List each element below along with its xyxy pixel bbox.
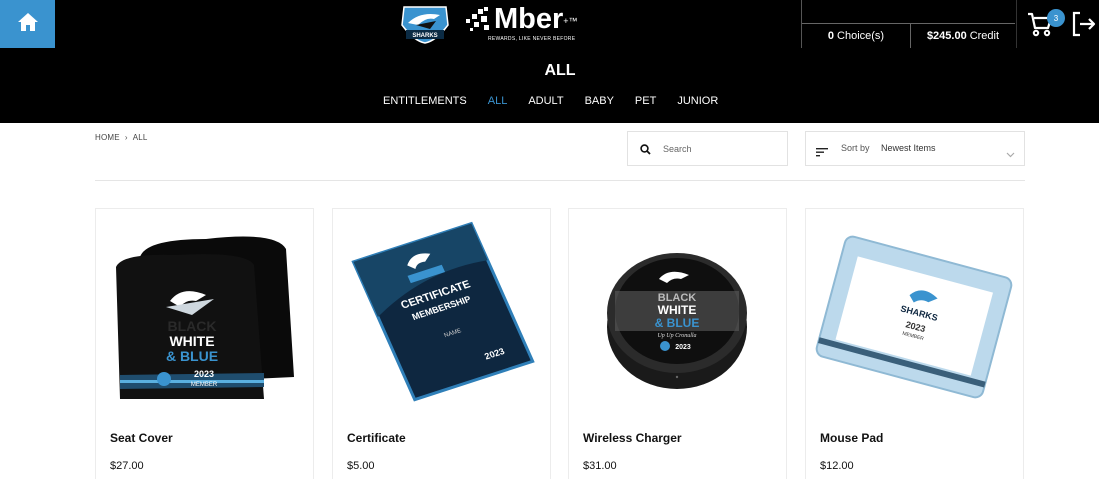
choices-counter[interactable]: 0 Choice(s) (802, 24, 910, 48)
sort-selected-value: Newest Items (881, 143, 936, 153)
svg-text:WHITE: WHITE (658, 303, 697, 317)
sort-icon (816, 144, 828, 162)
svg-text:MEMBER: MEMBER (191, 382, 218, 388)
product-price: $27.00 (110, 460, 144, 472)
logout-button[interactable] (1072, 11, 1099, 39)
svg-text:2023: 2023 (675, 344, 691, 351)
tab-junior[interactable]: JUNIOR (677, 95, 718, 109)
home-button[interactable] (0, 0, 55, 48)
product-card-seat-cover[interactable]: BLACK WHITE & BLUE 2023 MEMBER Seat Cove… (95, 208, 314, 479)
search-box (627, 131, 788, 166)
category-bar: ALL ENTITLEMENTS ALL ADULT BABY PET JUNI… (0, 48, 1099, 123)
product-name[interactable]: Wireless Charger (583, 431, 682, 445)
breadcrumb: HOME › ALL (95, 133, 148, 142)
breadcrumb-separator: › (124, 133, 128, 142)
mouse-pad-image: SHARKS 2023 MEMBER (806, 209, 1023, 419)
divider (95, 180, 1025, 181)
mber-sparkle-icon (462, 5, 492, 35)
brand-logo[interactable]: SHARKS Mber+™ REWARDS, LIKE NEVER BEFORE (396, 3, 596, 45)
breadcrumb-home-link[interactable]: HOME (95, 133, 120, 142)
product-card-wireless-charger[interactable]: BLACK WHITE & BLUE Up Up Cronulla 2023 W… (568, 208, 787, 479)
svg-text:& BLUE: & BLUE (166, 348, 218, 364)
svg-text:2023: 2023 (194, 369, 214, 379)
product-name[interactable]: Mouse Pad (820, 431, 883, 445)
svg-text:& BLUE: & BLUE (655, 316, 700, 330)
product-price: $12.00 (820, 460, 854, 472)
top-bar: SHARKS Mber+™ REWARDS, LIKE NEVER BEFORE… (0, 0, 1099, 48)
product-card-certificate[interactable]: CERTIFICATE MEMBERSHIP NAME 2023 Certifi… (332, 208, 551, 479)
tab-entitlements[interactable]: ENTITLEMENTS (383, 95, 467, 109)
cart-button[interactable]: 3 (1016, 0, 1068, 48)
credit-panel: 0 Choice(s) $245.00 Credit (801, 0, 1015, 48)
tab-baby[interactable]: BABY (585, 95, 614, 109)
breadcrumb-current: ALL (132, 133, 148, 142)
logout-icon (1072, 11, 1096, 41)
brand-name: Mber+™ (494, 3, 578, 35)
seat-cover-image: BLACK WHITE & BLUE 2023 MEMBER (96, 209, 313, 419)
sharks-logo-text: SHARKS (412, 33, 437, 39)
wireless-charger-image: BLACK WHITE & BLUE Up Up Cronulla 2023 (569, 209, 786, 419)
category-title: ALL (544, 62, 576, 79)
credit-balance[interactable]: $245.00 Credit (910, 24, 1015, 48)
sort-label: Sort by (841, 143, 870, 153)
chevron-down-icon (1006, 145, 1015, 163)
category-tabs: ENTITLEMENTS ALL ADULT BABY PET JUNIOR (383, 95, 739, 109)
sort-dropdown[interactable]: Sort by Newest Items (805, 131, 1025, 166)
product-name[interactable]: Seat Cover (110, 431, 173, 445)
product-name[interactable]: Certificate (347, 431, 406, 445)
search-input[interactable] (663, 141, 778, 157)
tab-pet[interactable]: PET (635, 95, 656, 109)
product-card-mouse-pad[interactable]: SHARKS 2023 MEMBER Mouse Pad $12.00 (805, 208, 1024, 479)
svg-text:BLACK: BLACK (168, 318, 217, 334)
certificate-image: CERTIFICATE MEMBERSHIP NAME 2023 (333, 209, 550, 419)
sharks-logo-icon: SHARKS (396, 3, 454, 45)
product-price: $31.00 (583, 460, 617, 472)
svg-text:Up Up Cronulla: Up Up Cronulla (657, 333, 696, 339)
tab-adult[interactable]: ADULT (528, 95, 563, 109)
home-icon (17, 12, 39, 37)
brand-tagline: REWARDS, LIKE NEVER BEFORE (488, 36, 576, 42)
tab-all[interactable]: ALL (488, 95, 508, 109)
svg-text:WHITE: WHITE (169, 333, 214, 349)
mber-wordmark: Mber+™ REWARDS, LIKE NEVER BEFORE (462, 3, 592, 45)
cart-count-badge: 3 (1047, 9, 1065, 27)
product-price: $5.00 (347, 460, 375, 472)
